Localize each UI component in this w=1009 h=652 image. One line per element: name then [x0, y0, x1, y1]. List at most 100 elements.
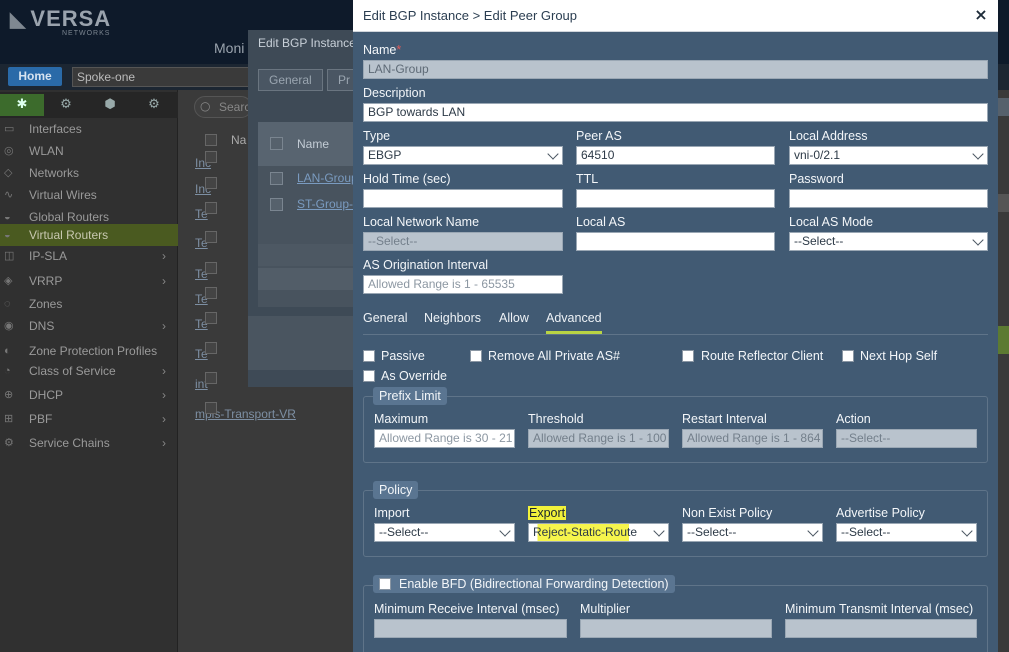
mid-tab-general[interactable]: General — [258, 69, 323, 91]
as-origination-field[interactable]: Allowed Range is 1 - 65535 — [363, 275, 563, 294]
row-checkbox[interactable] — [205, 151, 217, 163]
enable-bfd-label: Enable BFD (Bidirectional Forwarding Det… — [399, 577, 669, 591]
sidebar-item-wlan[interactable]: ◎ WLAN — [0, 140, 178, 162]
pbf-icon: ⊞ — [4, 413, 14, 425]
ttl-label: TTL — [576, 172, 599, 186]
tab-advanced[interactable]: Advanced — [546, 311, 602, 334]
row-checkbox[interactable] — [270, 172, 283, 185]
row-checkbox[interactable] — [205, 402, 217, 414]
export-value: Reject-Static-Route — [533, 525, 638, 539]
network-icon: ◇ — [4, 167, 13, 179]
local-as-field[interactable] — [576, 232, 775, 251]
passive-checkbox[interactable] — [363, 350, 375, 362]
next-hop-self-label: Next Hop Self — [860, 349, 938, 363]
peer-as-field[interactable]: 64510 — [576, 146, 775, 165]
row-checkbox[interactable] — [205, 312, 217, 324]
passive-label: Passive — [381, 349, 425, 363]
row-checkbox[interactable] — [205, 372, 217, 384]
sidebar-item-virtual-routers[interactable]: ◒ Virtual Routers — [0, 224, 178, 246]
as-override-checkbox[interactable] — [363, 370, 375, 382]
sidebar-item-pbf[interactable]: ⊞ PBF › — [0, 408, 178, 430]
sidebar-item-dhcp[interactable]: ⊕ DHCP › — [0, 384, 178, 406]
select-all-checkbox[interactable] — [205, 134, 217, 146]
hold-time-field[interactable] — [363, 189, 563, 208]
sidebar-item-networks[interactable]: ◇ Networks — [0, 162, 178, 184]
peer-group-link[interactable]: ST-Group- — [297, 192, 353, 217]
prefix-limit-legend: Prefix Limit — [373, 387, 447, 405]
home-button[interactable]: Home — [8, 67, 62, 86]
min-receive-interval-field[interactable] — [374, 619, 567, 638]
peer-group-row[interactable]: LAN-Group — [258, 166, 358, 191]
non-exist-policy-label: Non Exist Policy — [682, 506, 773, 520]
services-tab-icon[interactable]: ⚙ — [132, 94, 176, 116]
sidebar-item-dns[interactable]: ◉ DNS › — [0, 315, 178, 337]
bg-edge — [998, 194, 1009, 212]
non-exist-policy-select[interactable]: --Select-- — [682, 523, 823, 542]
peer-group-link[interactable]: LAN-Group — [297, 166, 358, 191]
dhcp-icon: ⊕ — [4, 389, 14, 401]
import-value: --Select-- — [379, 525, 429, 539]
settings-tab-icon[interactable]: ⚙ — [44, 94, 88, 116]
tab-neighbors[interactable]: Neighbors — [424, 311, 481, 325]
local-network-name-select[interactable]: --Select-- — [363, 232, 563, 251]
network-tab-icon[interactable]: ✱ — [0, 94, 44, 116]
next-hop-self-checkbox[interactable] — [842, 350, 854, 362]
row-checkbox[interactable] — [205, 287, 217, 299]
row-checkbox[interactable] — [205, 177, 217, 189]
chevron-down-icon — [499, 525, 511, 537]
local-as-mode-select[interactable]: --Select-- — [789, 232, 988, 251]
table-stripe — [258, 244, 358, 266]
sidebar-item-virtual-wires[interactable]: ∿ Virtual Wires — [0, 184, 178, 206]
export-select[interactable]: Reject-Static-Route — [528, 523, 669, 542]
row-checkbox[interactable] — [270, 198, 283, 211]
row-checkbox[interactable] — [205, 342, 217, 354]
top-nav-monitor[interactable]: Moni — [214, 40, 244, 56]
shield-icon: ◐ — [4, 345, 11, 357]
remove-private-as-checkbox[interactable] — [470, 350, 482, 362]
peer-group-row[interactable]: ST-Group- — [258, 192, 358, 217]
type-select[interactable]: EBGP — [363, 146, 563, 165]
min-transmit-interval-field[interactable] — [785, 619, 977, 638]
maximum-field[interactable]: Allowed Range is 30 - 21 — [374, 429, 515, 448]
sidebar-item-zones[interactable]: ◌ Zones — [0, 293, 178, 315]
peer-group-select-all[interactable] — [270, 137, 283, 150]
sidebar-item-interfaces[interactable]: ▭ Interfaces — [0, 118, 178, 140]
tab-allow[interactable]: Allow — [499, 311, 529, 325]
bg-edge — [998, 98, 1009, 116]
local-address-select[interactable]: vni-0/2.1 — [789, 146, 988, 165]
objects-tab-icon[interactable]: ⬢ — [88, 94, 132, 116]
search-box[interactable]: ○ Searc — [194, 96, 252, 118]
table-row[interactable]: mpls-Transport-VR — [195, 402, 355, 426]
route-reflector-client-label: Route Reflector Client — [701, 349, 824, 363]
threshold-field[interactable]: Allowed Range is 1 - 100 — [528, 429, 669, 448]
action-select[interactable]: --Select-- — [836, 429, 977, 448]
sidebar-item-service-chains[interactable]: ⚙ Service Chains › — [0, 432, 178, 454]
ttl-field[interactable] — [576, 189, 775, 208]
sidebar-item-label: DHCP — [29, 388, 64, 402]
description-field[interactable]: BGP towards LAN — [363, 103, 988, 122]
local-address-value: vni-0/2.1 — [794, 148, 841, 162]
remove-private-as-label: Remove All Private AS# — [488, 349, 621, 363]
sidebar-item-ip-sla[interactable]: ◫ IP-SLA › — [0, 245, 178, 267]
restart-interval-field[interactable]: Allowed Range is 1 - 864 — [682, 429, 823, 448]
required-mark: * — [396, 43, 402, 57]
interfaces-icon: ▭ — [4, 123, 15, 135]
sidebar-item-class-of-service[interactable]: ◔ Class of Service › — [0, 360, 178, 382]
import-label: Import — [374, 506, 410, 520]
multiplier-field[interactable] — [580, 619, 772, 638]
row-checkbox[interactable] — [205, 231, 217, 243]
password-field[interactable] — [789, 189, 988, 208]
enable-bfd-checkbox[interactable] — [379, 578, 391, 590]
sidebar-item-vrrp[interactable]: ◈ VRRP › — [0, 270, 178, 292]
name-field[interactable]: LAN-Group — [363, 60, 988, 79]
close-icon[interactable]: × — [972, 6, 990, 24]
router-icon: ◒ — [4, 229, 11, 241]
row-checkbox[interactable] — [205, 262, 217, 274]
route-reflector-client-checkbox[interactable] — [682, 350, 694, 362]
sidebar-item-zone-protection-profiles[interactable]: ◐ Zone Protection Profiles — [0, 340, 178, 362]
tab-general[interactable]: General — [363, 311, 407, 325]
import-select[interactable]: --Select-- — [374, 523, 515, 542]
type-value: EBGP — [368, 148, 402, 162]
row-checkbox[interactable] — [205, 202, 217, 214]
advertise-policy-select[interactable]: --Select-- — [836, 523, 977, 542]
